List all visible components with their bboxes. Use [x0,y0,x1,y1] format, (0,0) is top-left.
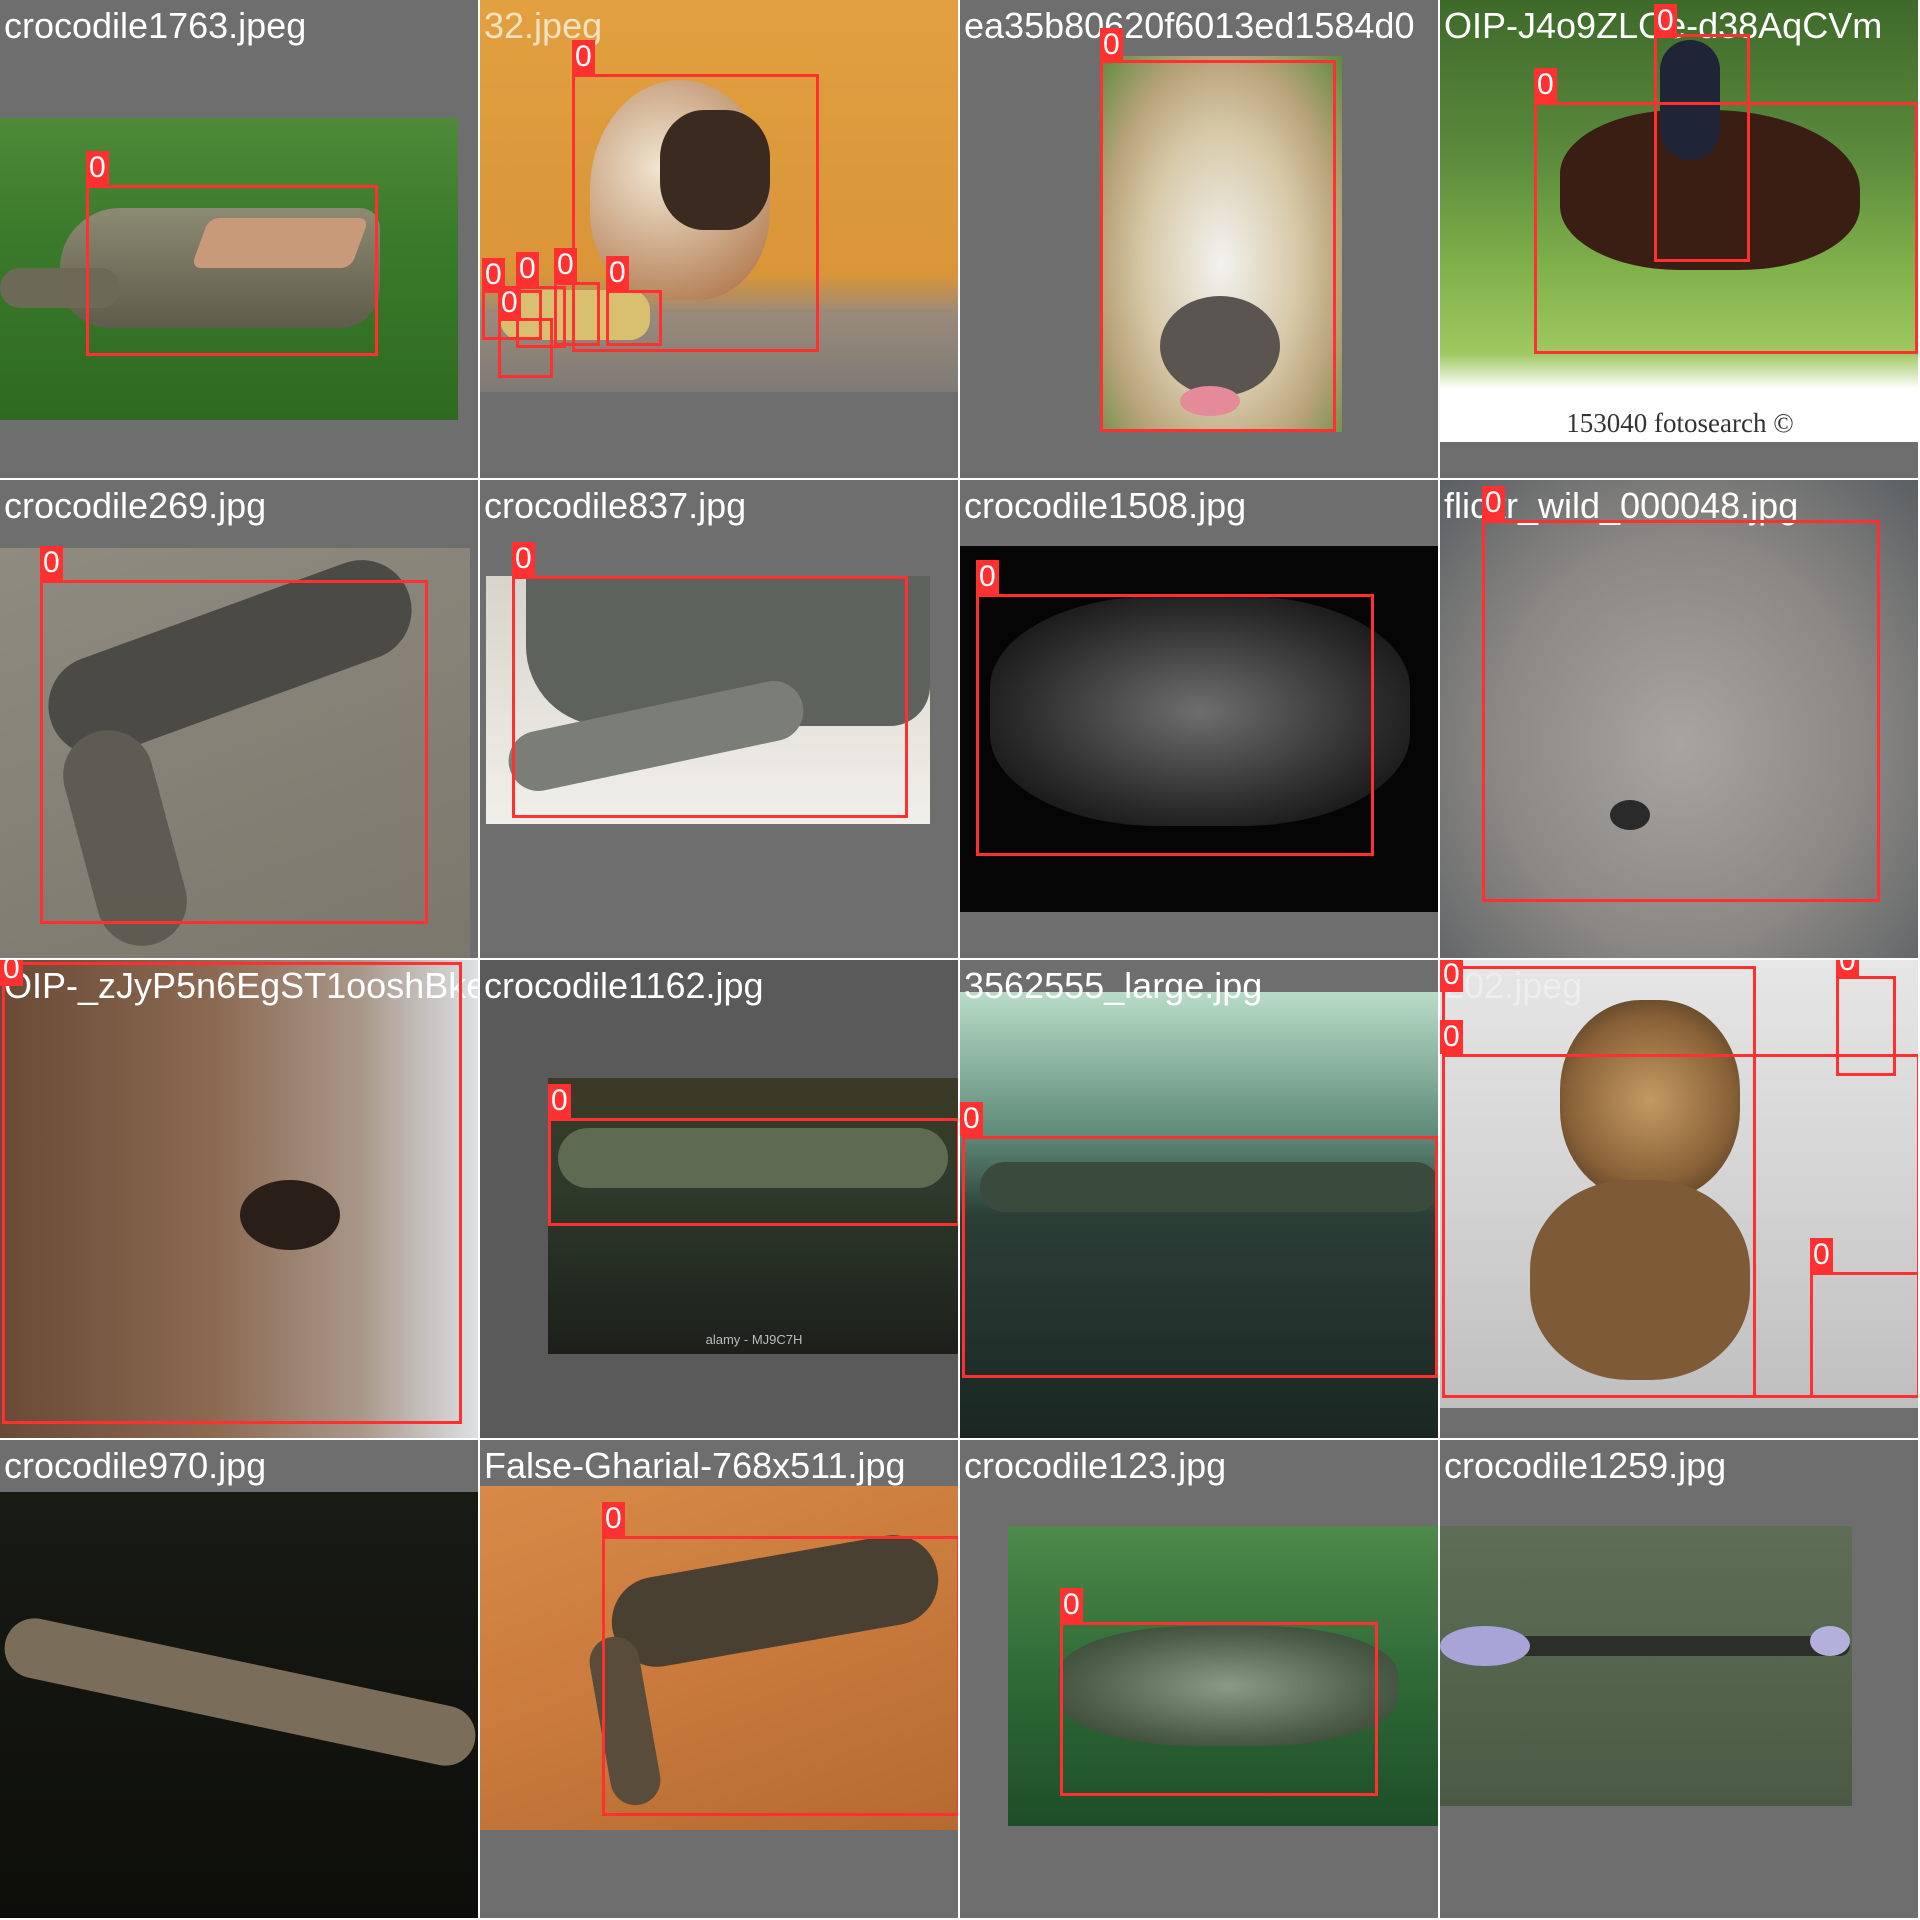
bounding-box [962,1136,1438,1378]
bounding-box [554,282,600,346]
class-label: 0 [512,542,535,576]
detection-mosaic: crocodile1763.jpeg 0 32.jpeg 0 0 0 0 0 0… [0,0,1920,1920]
mosaic-tile: crocodile1763.jpeg 0 [0,0,480,480]
bounding-box [548,1118,958,1226]
class-label: 0 [1100,28,1123,62]
image-filename: 3562555_large.jpg [964,965,1263,1006]
class-label: 0 [1440,960,1463,992]
bounding-box [86,185,378,356]
gharial-photo [0,1492,478,1918]
class-label: 0 [976,560,999,594]
class-label: 0 [498,286,521,320]
mosaic-tile: OIP-_zJyP5n6EgST1ooshBkeQHiiE8.jpeg 0 [0,960,480,1440]
mosaic-tile: crocodile123.jpg 0 [960,1440,1440,1920]
image-filename: crocodile1763.jpeg [4,5,307,46]
class-label: 0 [86,151,109,185]
mosaic-tile: 153040 fotosearch © OIP-J4o9ZLOe-d38AqCV… [1440,0,1920,480]
class-label: 0 [1654,4,1677,38]
mosaic-tile: 32.jpeg 0 0 0 0 0 0 [480,0,960,480]
image-filename: crocodile837.jpg [484,485,747,526]
bounding-box [512,576,908,818]
bounding-box [602,1536,958,1816]
class-label: 0 [516,252,539,286]
bounding-box [1810,1272,1918,1398]
mosaic-tile: ea35b80620f6013ed1584d0 0 [960,0,1440,480]
class-label: 0 [548,1084,571,1118]
bounding-box [2,962,462,1424]
class-label: 0 [40,546,63,580]
bounding-box [1100,60,1336,432]
class-label: 0 [1482,486,1505,520]
bounding-box [1836,976,1896,1076]
mosaic-tile: flickr_wild_000048.jpg 0 [1440,480,1920,960]
image-filename: crocodile970.jpg [4,1445,267,1486]
gharial-photo [1440,1526,1852,1806]
image-filename: ea35b80620f6013ed1584d0 [964,5,1415,46]
watermark-text: alamy - MJ9C7H [705,1332,803,1347]
bounding-box [1060,1622,1378,1796]
mosaic-tile: crocodile1508.jpg 0 [960,480,1440,960]
image-filename: crocodile269.jpg [4,485,267,526]
bounding-box [1482,520,1880,902]
bounding-box [1654,34,1750,262]
image-filename: crocodile1162.jpg [484,965,764,1006]
class-label: 0 [1060,1588,1083,1622]
class-label: 0 [1534,68,1557,102]
class-label: 0 [1440,1020,1463,1054]
image-filename: crocodile1259.jpg [1444,1445,1727,1486]
image-filename: False-Gharial-768x511.jpg [484,1445,906,1486]
class-label: 0 [554,248,577,282]
watermark-text: 153040 fotosearch © [1566,408,1794,438]
mosaic-tile: 202.jpeg 0 0 0 0 [1440,960,1920,1440]
class-label: 0 [1810,1238,1833,1272]
mosaic-tile: alamy - MJ9C7H crocodile1162.jpg 0 [480,960,960,1440]
mosaic-tile: crocodile1259.jpg [1440,1440,1920,1920]
class-label: 0 [572,40,595,74]
class-label: 0 [606,256,629,290]
bounding-box [976,594,1374,856]
bounding-box [40,580,428,924]
class-label: 0 [960,1102,983,1136]
mosaic-tile: False-Gharial-768x511.jpg 0 [480,1440,960,1920]
mosaic-tile: crocodile970.jpg [0,1440,480,1920]
class-label: 0 [1836,960,1859,978]
class-label: 0 [602,1502,625,1536]
class-label: 0 [0,960,23,986]
bounding-box [606,290,662,346]
mosaic-tile: 3562555_large.jpg 0 [960,960,1440,1440]
mosaic-tile: crocodile837.jpg 0 [480,480,960,960]
image-filename: crocodile1508.jpg [964,485,1247,526]
mosaic-tile: crocodile269.jpg 0 [0,480,480,960]
bounding-box [498,318,553,378]
image-filename: crocodile123.jpg [964,1445,1227,1486]
